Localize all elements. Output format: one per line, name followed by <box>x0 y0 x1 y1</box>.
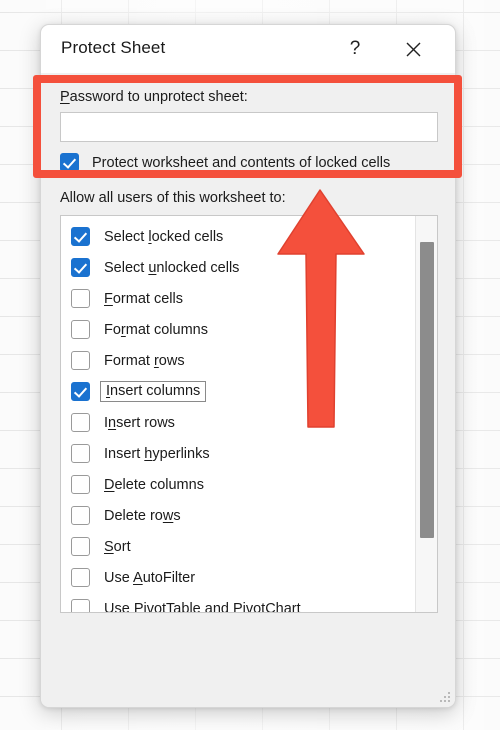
permission-label: Format rows <box>104 353 185 369</box>
permission-label-accel: v <box>146 600 154 613</box>
permission-checkbox[interactable] <box>71 227 90 246</box>
help-icon[interactable]: ? <box>333 25 377 73</box>
close-icon[interactable] <box>391 25 435 73</box>
permission-list-item[interactable]: Insert hyperlinks <box>61 438 415 469</box>
permission-checkbox[interactable] <box>71 444 90 463</box>
password-label-accel: P <box>60 89 70 105</box>
permission-checkbox[interactable] <box>71 289 90 308</box>
close-glyph <box>406 42 420 56</box>
permission-list-item[interactable]: Delete rows <box>61 500 415 531</box>
permission-label-accel: n <box>108 414 117 431</box>
dialog-body: Password to unprotect sheet: Protect wor… <box>41 73 455 707</box>
permission-label-pre: Delete ro <box>104 507 163 524</box>
permission-label-pre: Select <box>104 228 149 245</box>
permission-label: Sort <box>104 539 131 555</box>
permission-checkbox[interactable] <box>71 258 90 277</box>
permission-label-post: s <box>173 507 181 524</box>
permission-label-post: ows <box>158 352 185 369</box>
permission-label-post: yperlinks <box>152 445 210 462</box>
permission-list-item[interactable]: Select locked cells <box>61 221 415 252</box>
permission-label: Select locked cells <box>104 229 223 245</box>
permission-checkbox[interactable] <box>71 351 90 370</box>
permission-label-accel: w <box>162 507 174 524</box>
password-input[interactable] <box>60 112 438 142</box>
permission-list-item[interactable]: Format cells <box>61 283 415 314</box>
permission-list-item[interactable]: Select unlocked cells <box>61 252 415 283</box>
permission-checkbox[interactable] <box>71 506 90 525</box>
permission-label-pre: Use <box>104 569 134 586</box>
permission-checkbox[interactable] <box>71 413 90 432</box>
permission-label: Use AutoFilter <box>104 570 195 586</box>
permission-label-post: utoFilter <box>142 569 196 586</box>
protect-sheet-dialog: Protect Sheet ? Password to unprotect sh… <box>40 24 456 708</box>
permission-label-post: nlocked cells <box>156 259 240 276</box>
permission-label: Delete columns <box>104 477 204 493</box>
password-label-text: assword to unprotect sheet: <box>69 89 248 105</box>
protect-worksheet-label: Protect worksheet and contents of locked… <box>92 154 391 171</box>
cancel-button[interactable]: Cancel <box>329 707 433 708</box>
permission-checkbox[interactable] <box>71 568 90 587</box>
permission-label-pre: Fo <box>104 321 121 338</box>
permission-label-post: nsert columns <box>110 383 201 400</box>
dialog-titlebar: Protect Sheet ? <box>41 25 455 73</box>
permission-label: Use PivotTable and PivotChart <box>104 600 301 613</box>
permission-label: Format cells <box>104 291 183 307</box>
permission-label: Format columns <box>104 322 208 338</box>
password-label: Password to unprotect sheet: <box>60 89 248 105</box>
ok-button[interactable]: OK <box>207 707 311 708</box>
help-glyph: ? <box>349 38 361 59</box>
permission-label-post: ocked cells <box>151 228 224 245</box>
permission-label: Delete rows <box>104 508 181 524</box>
permission-label: Insert rows <box>104 415 175 431</box>
permission-list-item[interactable]: Sort <box>61 531 415 562</box>
screen: Protect Sheet ? Password to unprotect sh… <box>0 0 500 730</box>
permission-checkbox[interactable] <box>71 475 90 494</box>
permission-label-post: mat columns <box>125 321 208 338</box>
permission-label-accel: D <box>104 476 115 493</box>
permission-label-post: otTable and PivotChart <box>153 600 301 613</box>
permission-checkbox[interactable] <box>71 599 90 612</box>
resize-grip[interactable] <box>438 690 450 702</box>
permission-checkbox[interactable] <box>71 537 90 556</box>
permission-list-item[interactable]: Format columns <box>61 314 415 345</box>
permission-list-item[interactable]: Use AutoFilter <box>61 562 415 593</box>
permissions-listbox[interactable]: Select locked cells Select unlocked cells… <box>60 215 438 613</box>
permission-list-item[interactable]: Insert columns <box>61 376 415 407</box>
permission-label: Insert hyperlinks <box>104 446 210 462</box>
permission-label-post: sert rows <box>116 414 175 431</box>
list-scrollbar[interactable] <box>415 216 437 612</box>
permission-list-item[interactable]: Delete columns <box>61 469 415 500</box>
permission-label-post: ort <box>113 538 131 555</box>
permission-label: Select unlocked cells <box>104 260 239 276</box>
permission-checkbox[interactable] <box>71 382 90 401</box>
permission-list-item[interactable]: Use PivotTable and PivotChart <box>61 593 415 613</box>
permission-label-accel: F <box>104 290 113 307</box>
permission-list-item[interactable]: Format rows <box>61 345 415 376</box>
scrollbar-thumb[interactable] <box>420 242 434 538</box>
permission-label-pre: Format <box>104 352 154 369</box>
permission-label-accel: S <box>104 538 114 555</box>
permission-list-item[interactable]: Insert rows <box>61 407 415 438</box>
permission-checkbox[interactable] <box>71 320 90 339</box>
dialog-title: Protect Sheet <box>61 38 166 57</box>
permissions-list: Select locked cells Select unlocked cells… <box>61 216 415 612</box>
permission-label-accel: A <box>133 569 143 586</box>
permission-label-pre: Select <box>104 259 149 276</box>
permission-label-pre: Insert <box>104 445 145 462</box>
permission-label: Insert columns <box>100 381 207 402</box>
permission-label-post: ormat cells <box>112 290 183 307</box>
allow-users-label: Allow all users of this worksheet to: <box>60 190 286 206</box>
permission-label-post: elete columns <box>114 476 204 493</box>
protect-worksheet-checkbox[interactable] <box>60 153 79 172</box>
protect-worksheet-checkbox-row[interactable]: Protect worksheet and contents of locked… <box>60 153 390 172</box>
permission-label-pre: Use Pi <box>104 600 147 613</box>
